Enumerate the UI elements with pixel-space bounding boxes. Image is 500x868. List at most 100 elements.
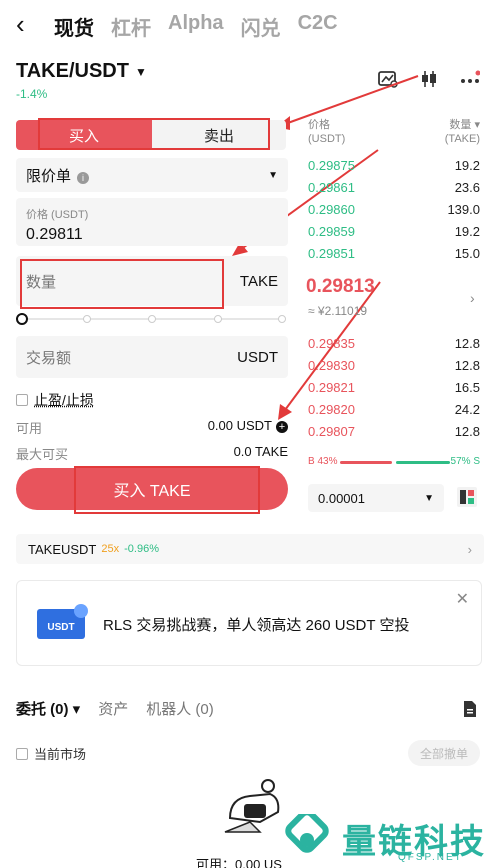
bid-price: 0.29821 <box>308 380 355 395</box>
tpsl-checkbox[interactable] <box>16 394 28 406</box>
bid-qty: 24.2 <box>454 402 480 417</box>
close-icon[interactable]: ✕ <box>456 589 469 609</box>
bid-price: 0.29820 <box>308 402 355 417</box>
buy-ratio: B 43% <box>308 456 338 467</box>
price-value[interactable]: 0.29811 <box>26 226 278 244</box>
ask-row[interactable]: 0.29860 139.0 <box>308 202 480 224</box>
bid-row[interactable]: 0.29835 12.8 <box>308 336 480 358</box>
bid-qty: 12.8 <box>454 358 480 373</box>
watermark: 量链科技 QFSP.NET <box>278 812 494 868</box>
cancel-all-button[interactable]: 全部撤单 <box>408 740 480 766</box>
ask-row[interactable]: 0.29875 19.2 <box>308 158 480 180</box>
caret-down-icon: ▼ <box>268 169 278 181</box>
ask-row[interactable]: 0.29851 15.0 <box>308 246 480 268</box>
caret-down-icon: ▼ <box>424 492 434 504</box>
max-buy-row: 最大可买 0.0 TAKE <box>16 444 288 463</box>
buy-ratio-bar <box>340 461 392 464</box>
ticker-symbol: TAKEUSDT <box>28 541 97 557</box>
tab-assets[interactable]: 资产 <box>98 698 128 719</box>
bid-qty: 12.8 <box>454 424 480 439</box>
bid-qty: 12.8 <box>454 336 480 351</box>
ask-qty: 15.0 <box>454 246 480 261</box>
bid-price: 0.29807 <box>308 424 355 439</box>
ask-qty: 19.2 <box>454 158 480 173</box>
annotation-box-quantity <box>20 259 224 309</box>
chevron-right-icon: › <box>467 541 472 557</box>
promo-text: RLS 交易挑战赛，单人领高达 260 USDT 空投 <box>103 617 410 634</box>
sell-ratio: 57% S <box>450 456 480 467</box>
ob-price-header: 价格 <box>308 119 330 131</box>
ask-price: 0.29859 <box>308 224 355 239</box>
usdt-badge-text: USDT <box>47 622 74 633</box>
current-market-filter[interactable]: 当前市场 <box>16 744 86 763</box>
orders-tabs: 委托 (0) ▾ 资产 机器人 (0) <box>16 698 214 719</box>
ask-price: 0.29861 <box>308 180 355 195</box>
last-price-cny: ≈ ¥2.11019 <box>308 304 368 318</box>
ticker-leverage: 25x <box>101 543 120 555</box>
plus-icon[interactable]: + <box>276 421 288 433</box>
slider-step-50[interactable] <box>148 315 156 323</box>
watermark-logo-icon <box>285 814 329 853</box>
last-price[interactable]: 0.29813 <box>306 276 375 298</box>
ob-qty-unit: (TAKE) <box>444 133 480 145</box>
slider-step-100[interactable] <box>278 315 286 323</box>
bid-qty: 16.5 <box>454 380 480 395</box>
ask-row[interactable]: 0.29861 23.6 <box>308 180 480 202</box>
annotation-box-toggle <box>38 118 270 150</box>
bid-row[interactable]: 0.29821 16.5 <box>308 380 480 402</box>
annotation-box-buy <box>74 466 260 514</box>
info-icon[interactable]: i <box>77 171 90 184</box>
trade-amount-input[interactable]: 交易额 USDT <box>16 336 288 378</box>
bid-row[interactable]: 0.29830 12.8 <box>308 358 480 380</box>
amount-unit: USDT <box>237 348 278 366</box>
ask-price: 0.29860 <box>308 202 355 217</box>
price-input[interactable]: 价格 (USDT) 0.29811 <box>16 198 288 246</box>
ob-price-unit: (USDT) <box>308 133 346 145</box>
tpsl-toggle[interactable]: 止盈/止损 <box>16 390 94 410</box>
price-label: 价格 (USDT) <box>26 209 89 221</box>
bid-row[interactable]: 0.29820 24.2 <box>308 402 480 424</box>
bid-price: 0.29830 <box>308 358 355 373</box>
order-type-select[interactable]: 限价单 i ▼ <box>16 158 288 192</box>
tab-bots[interactable]: 机器人 (0) <box>146 698 214 719</box>
ask-qty: 23.6 <box>454 180 480 195</box>
orderbook-header: 价格 (USDT) 数量 ▾ (TAKE) <box>308 118 480 146</box>
quantity-unit: TAKE <box>239 272 278 290</box>
order-type-label: 限价单 <box>26 167 72 185</box>
bid-row[interactable]: 0.29807 12.8 <box>308 424 480 446</box>
promo-banner[interactable]: USDT RLS 交易挑战赛，单人领高达 260 USDT 空投 ✕ <box>16 580 482 666</box>
ticker-change: -0.96% <box>124 543 159 555</box>
ob-qty-header[interactable]: 数量 ▾ <box>445 118 480 132</box>
usdt-card-icon: USDT <box>37 604 88 639</box>
sell-ratio-bar <box>396 461 450 464</box>
bottom-available: 可用：0.00 US <box>196 857 282 868</box>
amount-placeholder[interactable]: 交易额 <box>26 347 71 368</box>
max-buy-value: 0.0 TAKE <box>233 444 288 459</box>
slider-step-75[interactable] <box>214 315 222 323</box>
ask-price: 0.29875 <box>308 158 355 173</box>
bid-price: 0.29835 <box>308 336 355 351</box>
layout-icon[interactable] <box>456 486 478 508</box>
watermark-sub: QFSP.NET <box>398 852 463 863</box>
buy-sell-ratio: B 43% 57% S <box>308 456 480 470</box>
tpsl-label: 止盈/止损 <box>34 392 94 408</box>
available-label: 可用 <box>16 421 43 436</box>
available-row: 可用 0.00 USDT + <box>16 418 288 437</box>
available-value: 0.00 USDT <box>207 418 272 433</box>
ask-row[interactable]: 0.29859 19.2 <box>308 224 480 246</box>
ask-qty: 139.0 <box>447 202 480 217</box>
precision-value: 0.00001 <box>318 490 365 506</box>
precision-select[interactable]: 0.00001 ▼ <box>308 484 444 512</box>
chevron-right-icon[interactable]: › <box>470 290 475 306</box>
perp-ticker[interactable]: TAKEUSDT 25x -0.96% › <box>16 534 484 564</box>
amount-slider[interactable] <box>16 313 288 325</box>
document-icon[interactable] <box>462 700 478 718</box>
current-market-checkbox[interactable] <box>16 747 28 760</box>
ask-price: 0.29851 <box>308 246 355 261</box>
slider-step-25[interactable] <box>83 315 91 323</box>
tab-orders[interactable]: 委托 (0) ▾ <box>16 698 80 719</box>
current-market-label: 当前市场 <box>34 747 87 762</box>
max-buy-label: 最大可买 <box>16 447 69 462</box>
slider-knob[interactable] <box>16 313 28 325</box>
ask-qty: 19.2 <box>454 224 480 239</box>
